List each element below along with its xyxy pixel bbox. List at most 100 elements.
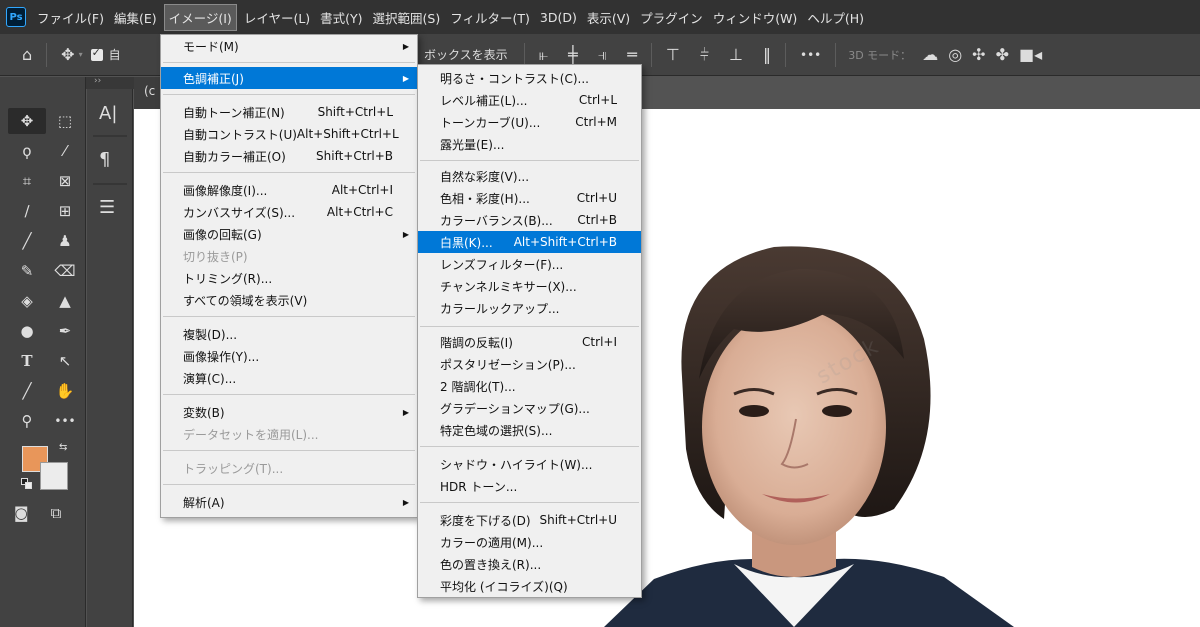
menu-image[interactable]: イメージ(I) — [163, 3, 237, 31]
default-colors-icon[interactable] — [21, 478, 32, 489]
paint-bucket-tool-icon[interactable]: ◈ — [8, 288, 46, 314]
menu-item-image-rotation[interactable]: 画像の回転(G) ▶ — [161, 223, 417, 245]
menu-view[interactable]: 表示(V) — [584, 4, 633, 31]
menu-item-black-white[interactable]: 白黒(K)... Alt+Shift+Ctrl+B — [418, 231, 641, 253]
menu-item-replace-color[interactable]: 色の置き換え(R)... — [418, 553, 641, 575]
menu-item-gradient-map[interactable]: グラデーションマップ(G)... — [418, 397, 641, 419]
brush-tool-icon[interactable]: ╱ — [8, 228, 46, 254]
3d-pan-icon[interactable]: ✣ — [972, 45, 985, 64]
menu-window[interactable]: ウィンドウ(W) — [710, 4, 801, 31]
3d-camera-icon[interactable]: ■◂ — [1019, 45, 1042, 64]
menu-item-equalize[interactable]: 平均化 (イコライズ)(Q) — [418, 575, 641, 597]
3d-orbit-icon[interactable]: ☁ — [922, 45, 938, 64]
align-bottom-icon[interactable]: ⊥ — [729, 45, 743, 64]
menu-3d[interactable]: 3D(D) — [537, 6, 580, 29]
stamp-tool-icon[interactable]: ♟ — [46, 228, 84, 254]
line-tool-icon[interactable]: ╱ — [8, 378, 46, 404]
screen-mode-icon[interactable]: ⧉ — [51, 504, 62, 522]
menu-item-analysis[interactable]: 解析(A) ▶ — [161, 491, 417, 513]
zoom-tool-icon[interactable]: ⚲ — [8, 408, 46, 434]
menu-item-apply-image[interactable]: 画像操作(Y)... — [161, 345, 417, 367]
menu-item-hdr-toning[interactable]: HDR トーン... — [418, 475, 641, 497]
history-brush-tool-icon[interactable]: ✎ — [8, 258, 46, 284]
menu-item-auto-color[interactable]: 自動カラー補正(O) Shift+Ctrl+B — [161, 145, 417, 167]
align-left-icon[interactable]: ⫦ — [539, 45, 548, 65]
menu-item-calculations[interactable]: 演算(C)... — [161, 367, 417, 389]
menu-item-curves[interactable]: トーンカーブ(U)... Ctrl+M — [418, 111, 641, 133]
more-options-icon[interactable]: ••• — [800, 48, 821, 62]
menu-item-auto-tone[interactable]: 自動トーン補正(N) Shift+Ctrl+L — [161, 101, 417, 123]
edit-toolbar-icon[interactable]: ••• — [46, 408, 84, 434]
path-selection-tool-icon[interactable]: ↖ — [46, 348, 84, 374]
distribute-vertical-icon[interactable]: ‖ — [763, 45, 771, 64]
menu-plugins[interactable]: プラグイン — [637, 4, 706, 31]
menu-item-match-color[interactable]: カラーの適用(M)... — [418, 531, 641, 553]
pen-tool-icon[interactable]: ✒ — [46, 318, 84, 344]
menu-item-variables[interactable]: 変数(B) ▶ — [161, 401, 417, 423]
options-divider — [835, 42, 837, 67]
type-tool-icon[interactable]: T — [8, 348, 46, 374]
menu-edit[interactable]: 編集(E) — [111, 4, 160, 31]
menu-item-selective-color[interactable]: 特定色域の選択(S)... — [418, 419, 641, 441]
menu-item-duplicate[interactable]: 複製(D)... — [161, 323, 417, 345]
eraser-tool-icon[interactable]: ⌫ — [46, 258, 84, 284]
menu-item-photo-filter[interactable]: レンズフィルター(F)... — [418, 253, 641, 275]
menu-item-image-size[interactable]: 画像解像度(I)... Alt+Ctrl+I — [161, 179, 417, 201]
crop-tool-icon[interactable]: ⌗ — [8, 168, 46, 194]
character-panel-icon[interactable]: A| — [99, 103, 117, 124]
background-color-swatch[interactable] — [40, 462, 68, 490]
menu-item-posterize[interactable]: ポスタリゼーション(P)... — [418, 353, 641, 375]
menu-item-threshold[interactable]: 2 階調化(T)... — [418, 375, 641, 397]
menu-item-levels[interactable]: レベル補正(L)... Ctrl+L — [418, 89, 641, 111]
menu-item-trim[interactable]: トリミング(R)... — [161, 267, 417, 289]
sharpen-tool-icon[interactable]: ▲ — [46, 288, 84, 314]
frame-tool-icon[interactable]: ⊠ — [46, 168, 84, 194]
menu-item-exposure[interactable]: 露光量(E)... — [418, 133, 641, 155]
hand-tool-icon[interactable]: ✋ — [46, 378, 84, 404]
3d-roll-icon[interactable]: ◎ — [948, 45, 962, 64]
menu-item-mode[interactable]: モード(M) ▶ — [161, 35, 417, 57]
swap-colors-icon[interactable]: ⇆ — [59, 442, 67, 453]
healing-brush-tool-icon[interactable]: ⊞ — [46, 198, 84, 224]
lasso-tool-icon[interactable]: ϙ — [8, 138, 46, 164]
properties-panel-icon[interactable]: ☰ — [99, 197, 115, 218]
move-tool-icon[interactable]: ✥ — [61, 45, 74, 64]
menu-item-reveal-all[interactable]: すべての領域を表示(V) — [161, 289, 417, 311]
menu-layer[interactable]: レイヤー(L) — [241, 4, 313, 31]
menu-file[interactable]: ファイル(F) — [34, 4, 107, 31]
eyedropper-tool-icon[interactable]: ∕ — [8, 198, 46, 224]
quick-mask-icon[interactable]: ◙ — [14, 504, 29, 522]
menu-type[interactable]: 書式(Y) — [317, 4, 365, 31]
menu-item-adjustments[interactable]: 色調補正(J) ▶ — [161, 67, 417, 89]
magic-wand-tool-icon[interactable]: ⁄ — [46, 138, 84, 164]
paragraph-panel-icon[interactable]: ¶ — [99, 149, 110, 170]
menu-item-desaturate[interactable]: 彩度を下げる(D) Shift+Ctrl+U — [418, 509, 641, 531]
menu-filter[interactable]: フィルター(T) — [447, 4, 533, 31]
auto-select-checkbox[interactable] — [90, 46, 103, 61]
menu-item-color-lookup[interactable]: カラールックアップ... — [418, 297, 641, 319]
menu-item-color-balance[interactable]: カラーバランス(B)... Ctrl+B — [418, 209, 641, 231]
move-tool-icon[interactable]: ✥ — [8, 108, 46, 134]
3d-slide-icon[interactable]: ✤ — [996, 45, 1009, 64]
align-center-icon[interactable]: ╪ — [568, 45, 578, 64]
dropdown-arrow-icon[interactable]: ▾ — [79, 50, 83, 59]
collapse-right-icon[interactable]: ›› — [94, 76, 101, 86]
menu-item-auto-contrast[interactable]: 自動コントラスト(U) Alt+Shift+Ctrl+L — [161, 123, 417, 145]
menu-item-vibrance[interactable]: 自然な彩度(V)... — [418, 165, 641, 187]
menu-item-channel-mixer[interactable]: チャンネルミキサー(X)... — [418, 275, 641, 297]
menu-help[interactable]: ヘルプ(H) — [804, 4, 867, 31]
menu-item-invert[interactable]: 階調の反転(I) Ctrl+I — [418, 331, 641, 353]
menu-select[interactable]: 選択範囲(S) — [370, 4, 444, 31]
distribute-icon[interactable]: ═ — [627, 45, 637, 64]
menu-item-canvas-size[interactable]: カンバスサイズ(S)... Alt+Ctrl+C — [161, 201, 417, 223]
home-icon[interactable]: ⌂ — [22, 45, 32, 64]
align-top-icon[interactable]: ⊤ — [666, 45, 680, 64]
menu-item-hue-saturation[interactable]: 色相・彩度(H)... Ctrl+U — [418, 187, 641, 209]
menu-item-shadows-highlights[interactable]: シャドウ・ハイライト(W)... — [418, 453, 641, 475]
align-middle-icon[interactable]: ⫩ — [700, 45, 709, 65]
menu-item-brightness-contrast[interactable]: 明るさ・コントラスト(C)... — [418, 67, 641, 89]
menu-divider — [163, 450, 415, 451]
marquee-tool-icon[interactable]: ⬚ — [46, 108, 84, 134]
align-right-icon[interactable]: ⫣ — [598, 45, 608, 65]
dodge-tool-icon[interactable]: ● — [8, 318, 46, 344]
